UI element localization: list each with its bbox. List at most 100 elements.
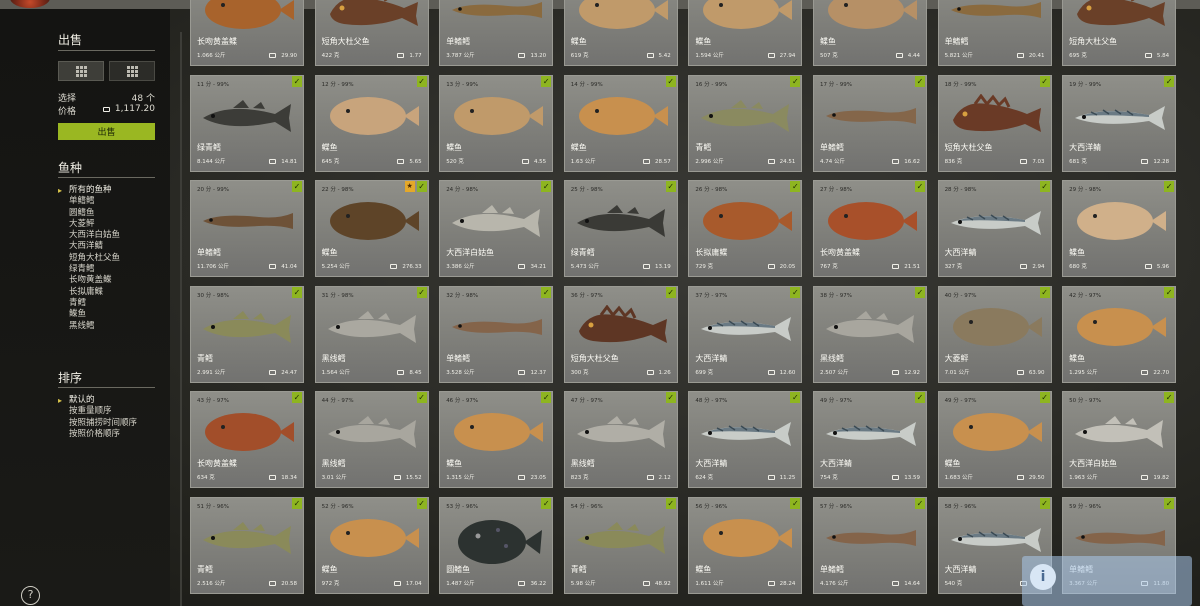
fish-card[interactable]: 24 分 - 98% ✓ 大西洋白姑鱼 3.386 公斤 34.21 <box>439 180 554 278</box>
selected-check-icon[interactable]: ✓ <box>1164 497 1175 509</box>
fish-card[interactable]: 单鳍鳕 3.787 公斤 13.20 <box>439 0 554 66</box>
fish-card[interactable]: 14 分 - 99% ✓ 鲽鱼 1.63 公斤 28.57 <box>563 74 678 172</box>
fish-card[interactable]: 18 分 - 99% ✓ 短角大杜父鱼 836 克 7.03 <box>937 74 1052 172</box>
selected-check-icon[interactable]: ✓ <box>416 497 427 509</box>
grid-view-button[interactable] <box>58 61 104 81</box>
selected-check-icon[interactable]: ✓ <box>541 392 552 404</box>
fish-card[interactable]: 11 分 - 99% ✓ 绿青鳕 8.144 公斤 14.81 <box>190 74 304 172</box>
selected-check-icon[interactable]: ✓ <box>665 392 676 404</box>
fish-card[interactable]: 29 分 - 98% ✓ 鲽鱼 680 克 5.96 <box>1062 180 1177 278</box>
selected-check-icon[interactable]: ✓ <box>292 497 302 509</box>
selected-check-icon[interactable]: ✓ <box>790 181 801 193</box>
selected-check-icon[interactable]: ✓ <box>914 75 925 87</box>
selected-check-icon[interactable]: ✓ <box>1039 75 1050 87</box>
sell-button[interactable]: 出售 <box>58 123 155 140</box>
fish-card[interactable]: 16 分 - 99% ✓ 青鳕 2.996 公斤 24.51 <box>688 74 803 172</box>
fish-card[interactable]: 47 分 - 97% ✓ 黑线鳕 823 克 2.12 <box>563 391 678 489</box>
selected-check-icon[interactable]: ✓ <box>914 181 925 193</box>
species-filter-item[interactable]: 青鳕 <box>58 298 120 309</box>
fish-card[interactable]: 26 分 - 98% ✓ 长拟庸鲽 729 克 20.05 <box>688 180 803 278</box>
selected-check-icon[interactable]: ✓ <box>1164 392 1175 404</box>
selected-check-icon[interactable]: ✓ <box>541 497 552 509</box>
selected-check-icon[interactable]: ✓ <box>1039 286 1050 298</box>
species-filter-item[interactable]: 长拟庸鲽 <box>58 287 120 298</box>
selected-check-icon[interactable]: ✓ <box>790 392 801 404</box>
selected-check-icon[interactable]: ✓ <box>416 181 427 193</box>
selected-check-icon[interactable]: ✓ <box>416 286 427 298</box>
help-icon[interactable]: ? <box>21 586 40 605</box>
fish-card[interactable]: 49 分 - 97% ✓ 大西洋鲭 754 克 13.59 <box>812 391 927 489</box>
selected-check-icon[interactable]: ✓ <box>1164 75 1175 87</box>
selected-check-icon[interactable]: ✓ <box>914 286 925 298</box>
fish-card[interactable]: 22 分 - 98% ✓ ★ 鲽鱼 5.254 公斤 276.33 <box>314 180 429 278</box>
fish-card[interactable]: 48 分 - 97% ✓ 大西洋鲭 624 克 11.25 <box>688 391 803 489</box>
fish-card[interactable]: 40 分 - 97% ✓ 大菱鲆 7.01 公斤 63.90 <box>937 285 1052 383</box>
favorite-bookmark-icon[interactable]: ★ <box>404 181 415 193</box>
fish-card[interactable]: 单鳍鳕 5.821 公斤 20.41 <box>937 0 1052 66</box>
selected-check-icon[interactable]: ✓ <box>914 497 925 509</box>
species-filter-item[interactable]: 鲽鱼 <box>58 309 120 320</box>
selected-check-icon[interactable]: ✓ <box>1039 181 1050 193</box>
species-filter-item[interactable]: 大菱鲆 <box>58 219 120 230</box>
fish-card[interactable]: 43 分 - 97% ✓ 长吻黄盖鲽 634 克 18.34 <box>190 391 304 489</box>
fish-card[interactable]: 46 分 - 97% ✓ 鲽鱼 1.315 公斤 23.05 <box>439 391 554 489</box>
fish-card[interactable]: 53 分 - 96% ✓ 圆鳍鱼 1.487 公斤 36.22 <box>439 496 554 594</box>
fish-card[interactable]: 37 分 - 97% ✓ 大西洋鲭 699 克 12.60 <box>688 285 803 383</box>
selected-check-icon[interactable]: ✓ <box>914 392 925 404</box>
fish-card[interactable]: 短角大杜父鱼 695 克 5.84 <box>1062 0 1177 66</box>
selected-check-icon[interactable]: ✓ <box>790 286 801 298</box>
fish-card[interactable]: 27 分 - 98% ✓ 长吻黄盖鲽 767 克 21.51 <box>812 180 927 278</box>
fish-card[interactable]: 30 分 - 98% ✓ 青鳕 2.991 公斤 24.47 <box>190 285 304 383</box>
selected-check-icon[interactable]: ✓ <box>292 181 302 193</box>
selected-check-icon[interactable]: ✓ <box>292 392 302 404</box>
sort-option[interactable]: 按照捕捞时间顺序 <box>58 418 137 429</box>
fish-card[interactable]: 12 分 - 99% ✓ 鲽鱼 645 克 5.65 <box>314 74 429 172</box>
selected-check-icon[interactable]: ✓ <box>541 286 552 298</box>
species-filter-item[interactable]: 短角大杜父鱼 <box>58 253 120 264</box>
selected-check-icon[interactable]: ✓ <box>1039 497 1050 509</box>
selected-check-icon[interactable]: ✓ <box>416 75 427 87</box>
selected-check-icon[interactable]: ✓ <box>541 75 552 87</box>
selected-check-icon[interactable]: ✓ <box>665 181 676 193</box>
sort-option[interactable]: 按照价格顺序 <box>58 429 137 440</box>
selected-check-icon[interactable]: ✓ <box>790 75 801 87</box>
fish-card[interactable]: 31 分 - 98% ✓ 黑线鳕 1.564 公斤 8.45 <box>314 285 429 383</box>
fish-card[interactable]: 36 分 - 97% ✓ 短角大杜父鱼 300 克 1.26 <box>563 285 678 383</box>
sort-option[interactable]: 按重量顺序 <box>58 406 137 417</box>
selected-check-icon[interactable]: ✓ <box>1164 286 1175 298</box>
selected-check-icon[interactable]: ✓ <box>665 286 676 298</box>
species-filter-item[interactable]: 单鳍鳕 <box>58 196 120 207</box>
species-filter-item[interactable]: 黑线鳕 <box>58 321 120 332</box>
fish-card[interactable]: 49 分 - 97% ✓ 鲽鱼 1.683 公斤 29.50 <box>937 391 1052 489</box>
fish-card[interactable]: 44 分 - 97% ✓ 黑线鳕 3.01 公斤 15.52 <box>314 391 429 489</box>
fish-card[interactable]: 25 分 - 98% ✓ 绿青鳕 5.473 公斤 13.19 <box>563 180 678 278</box>
fish-card[interactable]: 56 分 - 96% ✓ 鲽鱼 1.611 公斤 28.24 <box>688 496 803 594</box>
species-filter-item[interactable]: 绿青鳕 <box>58 264 120 275</box>
selected-check-icon[interactable]: ✓ <box>665 75 676 87</box>
fish-card[interactable]: 20 分 - 99% ✓ 单鳍鳕 11.706 公斤 41.04 <box>190 180 304 278</box>
large-grid-view-button[interactable] <box>109 61 155 81</box>
info-icon[interactable]: i <box>1030 564 1056 590</box>
selected-check-icon[interactable]: ✓ <box>292 286 302 298</box>
fish-card[interactable]: 鲽鱼 619 克 5.42 <box>563 0 678 66</box>
fish-card[interactable]: 50 分 - 97% ✓ 大西洋白姑鱼 1.963 公斤 19.82 <box>1062 391 1177 489</box>
fish-card[interactable]: 42 分 - 97% ✓ 鲽鱼 1.295 公斤 22.70 <box>1062 285 1177 383</box>
fish-card[interactable]: 32 分 - 98% ✓ 单鳍鳕 3.528 公斤 12.37 <box>439 285 554 383</box>
fish-card[interactable]: 鲽鱼 507 克 4.44 <box>812 0 927 66</box>
selected-check-icon[interactable]: ✓ <box>292 75 302 87</box>
species-filter-item[interactable]: 长吻黄盖鲽 <box>58 275 120 286</box>
fish-card[interactable]: 54 分 - 96% ✓ 青鳕 5.98 公斤 48.92 <box>563 496 678 594</box>
fish-card[interactable]: 13 分 - 99% ✓ 鲽鱼 520 克 4.55 <box>439 74 554 172</box>
species-filter-item[interactable]: 大西洋鲭 <box>58 241 120 252</box>
species-filter-item[interactable]: 所有的鱼种 <box>58 185 120 197</box>
sort-option[interactable]: 默认的 <box>58 395 137 407</box>
fish-card[interactable]: 52 分 - 96% ✓ 鲽鱼 972 克 17.04 <box>314 496 429 594</box>
fish-card[interactable]: 短角大杜父鱼 422 克 1.77 <box>314 0 429 66</box>
selected-check-icon[interactable]: ✓ <box>1164 181 1175 193</box>
selected-check-icon[interactable]: ✓ <box>1039 392 1050 404</box>
selected-check-icon[interactable]: ✓ <box>416 392 427 404</box>
fish-card[interactable]: 57 分 - 96% ✓ 单鳍鳕 4.176 公斤 14.64 <box>812 496 927 594</box>
species-filter-item[interactable]: 圆鳍鱼 <box>58 208 120 219</box>
fish-card[interactable]: 51 分 - 96% ✓ 青鳕 2.516 公斤 20.58 <box>190 496 304 594</box>
selected-check-icon[interactable]: ✓ <box>665 497 676 509</box>
